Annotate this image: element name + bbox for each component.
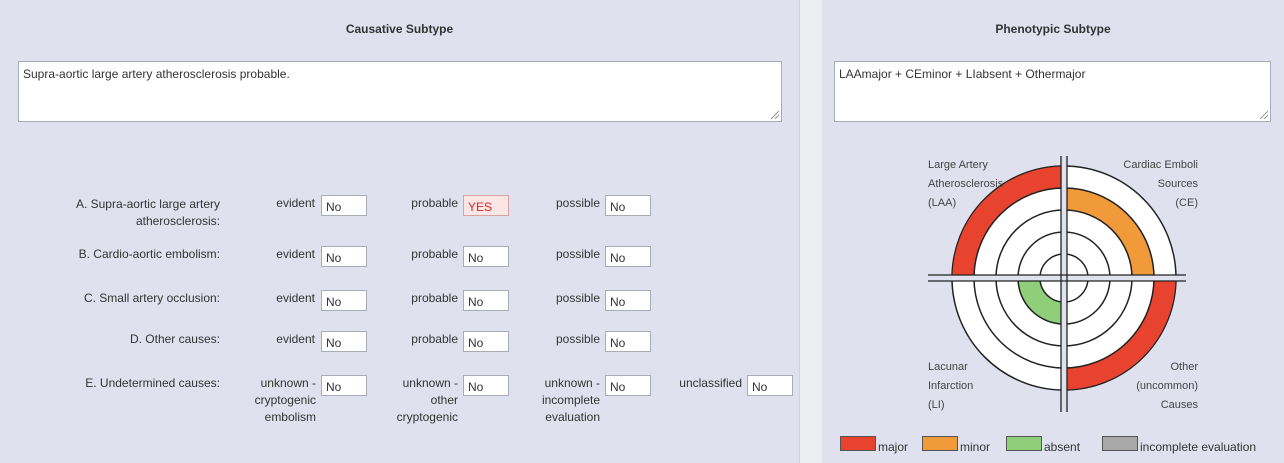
phenotype-target-diagram <box>928 156 1200 412</box>
possible-label: possible <box>555 332 600 346</box>
other-causes-evident-field[interactable]: No <box>321 331 367 352</box>
possible-label: possible <box>555 196 600 210</box>
evident-label: evident <box>276 291 315 305</box>
small-artery-possible-field[interactable]: No <box>605 290 651 311</box>
small-artery-evident-field[interactable]: No <box>321 290 367 311</box>
supra-aortic-possible-field[interactable]: No <box>605 195 651 216</box>
row-label-cardio-aortic: B. Cardio-aortic embolism: <box>78 247 220 261</box>
unknown-incomplete-evaluation-field[interactable]: No <box>605 375 651 396</box>
causative-panel: Causative Subtype Supra-aortic large art… <box>0 0 800 463</box>
cardio-aortic-evident-field[interactable]: No <box>321 246 367 267</box>
other-causes-possible-field[interactable]: No <box>605 331 651 352</box>
li-quadrant-label: Lacunar Infarction (LI) <box>928 361 974 411</box>
legend-incomplete-swatch <box>1102 436 1138 451</box>
unclassified-label: unclassified <box>679 376 742 390</box>
ce-quadrant-label: Cardiac Emboli Sources (CE) <box>1123 159 1198 209</box>
unknown-other-cryptogenic-field[interactable]: No <box>463 375 509 396</box>
evident-label: evident <box>276 196 315 210</box>
other-quadrant-label: Other (uncommon) Causes <box>1136 361 1198 411</box>
row-label-other-causes: D. Other causes: <box>129 332 220 346</box>
laa-quadrant-label: Large Artery Atherosclerosis (LAA) <box>928 159 1004 209</box>
small-artery-probable-field[interactable]: No <box>463 290 509 311</box>
unknown-cryptogenic-embolism-label: unknown - cryptogenic embolism <box>254 376 316 424</box>
row-label-supra-aortic: A. Supra-aortic large artery atheroscler… <box>75 197 220 228</box>
causative-summary-textarea[interactable]: Supra-aortic large artery atherosclerosi… <box>18 61 782 122</box>
row-label-small-artery: C. Small artery occlusion: <box>83 291 220 305</box>
possible-label: possible <box>555 291 600 305</box>
causative-title: Causative Subtype <box>345 22 454 36</box>
supra-aortic-probable-field[interactable]: YES <box>463 195 509 216</box>
unclassified-field[interactable]: No <box>747 375 793 396</box>
unknown-cryptogenic-embolism-field[interactable]: No <box>321 375 367 396</box>
legend-minor-swatch <box>922 436 958 451</box>
other-causes-probable-field[interactable]: No <box>463 331 509 352</box>
causative-summary-text: Supra-aortic large artery atherosclerosi… <box>23 67 290 81</box>
probable-label: probable <box>411 247 458 261</box>
possible-label: possible <box>555 247 600 261</box>
probable-label: probable <box>411 291 458 305</box>
legend-absent-swatch <box>1006 436 1042 451</box>
cardio-aortic-possible-field[interactable]: No <box>605 246 651 267</box>
evident-label: evident <box>276 332 315 346</box>
unknown-incomplete-evaluation-label: unknown - incomplete evaluation <box>541 376 600 424</box>
probable-label: probable <box>411 196 458 210</box>
row-label-undetermined: E. Undetermined causes: <box>85 376 220 390</box>
phenotypic-panel: Phenotypic Subtype LAAmajor + CEminor + … <box>822 0 1284 463</box>
resize-grip-icon[interactable] <box>771 111 779 119</box>
cardio-aortic-probable-field[interactable]: No <box>463 246 509 267</box>
unknown-other-cryptogenic-label: unknown - other cryptogenic <box>396 376 458 424</box>
evident-label: evident <box>276 247 315 261</box>
legend-major-swatch <box>840 436 876 451</box>
probable-label: probable <box>411 332 458 346</box>
supra-aortic-evident-field[interactable]: No <box>321 195 367 216</box>
panel-divider <box>800 0 822 463</box>
